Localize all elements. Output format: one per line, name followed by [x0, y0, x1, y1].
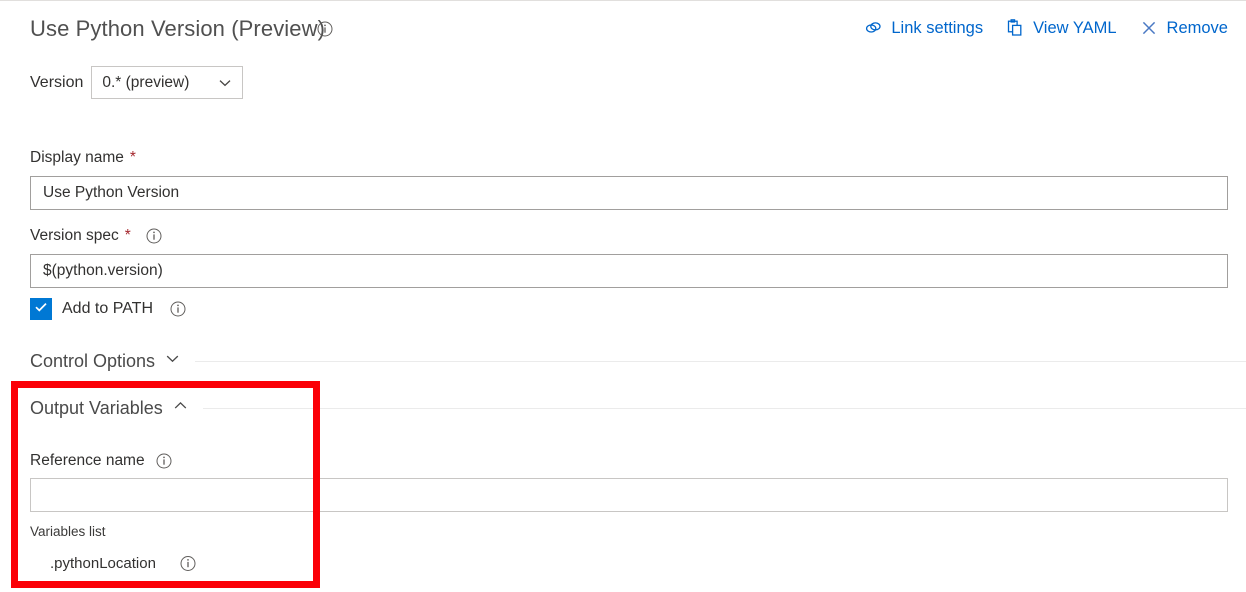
add-to-path-checkbox-row[interactable]: Add to PATH	[30, 298, 186, 320]
variable-info-icon[interactable]	[180, 556, 196, 572]
control-options-title: Control Options	[30, 351, 155, 372]
list-item: .pythonLocation	[50, 555, 196, 572]
close-x-icon	[1139, 18, 1159, 38]
remove-label: Remove	[1167, 20, 1228, 37]
control-options-header[interactable]: Control Options	[30, 350, 181, 372]
add-to-path-checkbox[interactable]	[30, 298, 52, 320]
task-header: Use Python Version (Preview) Link settin…	[0, 16, 1246, 60]
version-spec-required-marker: *	[125, 227, 131, 245]
reference-name-label: Reference name	[30, 452, 172, 470]
version-spec-input[interactable]	[30, 254, 1228, 288]
chevron-down-icon	[217, 75, 233, 91]
version-label: Version	[30, 74, 83, 92]
section-control-options[interactable]: Control Options	[30, 347, 1246, 375]
add-to-path-label: Add to PATH	[62, 300, 153, 318]
link-icon	[863, 18, 883, 38]
reference-name-label-text: Reference name	[30, 452, 145, 470]
version-row: Version 0.* (preview)	[30, 66, 243, 99]
clipboard-icon	[1005, 18, 1025, 38]
version-dropdown[interactable]: 0.* (preview)	[91, 66, 243, 99]
section-output-variables[interactable]: Output Variables	[30, 394, 1246, 422]
header-actions: Link settings View YAML Remove	[863, 18, 1228, 38]
add-to-path-info-icon[interactable]	[170, 301, 186, 317]
display-name-input[interactable]	[30, 176, 1228, 210]
display-name-label-text: Display name	[30, 149, 124, 167]
reference-name-info-icon[interactable]	[156, 453, 172, 469]
chevron-down-icon	[164, 350, 181, 372]
checkmark-icon	[33, 299, 49, 320]
top-divider	[0, 0, 1246, 1]
remove-button[interactable]: Remove	[1139, 18, 1228, 38]
variable-name: .pythonLocation	[50, 555, 156, 572]
chevron-up-icon	[172, 397, 189, 419]
variables-list-label: Variables list	[30, 524, 106, 539]
version-spec-label: Version spec *	[30, 227, 162, 245]
page-title: Use Python Version (Preview)	[30, 16, 325, 42]
title-info-icon[interactable]	[317, 21, 333, 37]
version-spec-info-icon[interactable]	[146, 228, 162, 244]
output-variables-title: Output Variables	[30, 398, 163, 419]
display-name-label: Display name *	[30, 149, 136, 167]
output-variables-divider	[203, 408, 1246, 409]
version-spec-label-text: Version spec	[30, 227, 119, 245]
reference-name-input[interactable]	[30, 478, 1228, 512]
link-settings-button[interactable]: Link settings	[863, 18, 983, 38]
display-name-required-marker: *	[130, 149, 136, 167]
version-dropdown-value: 0.* (preview)	[102, 74, 189, 92]
output-variables-header[interactable]: Output Variables	[30, 397, 189, 419]
link-settings-label: Link settings	[891, 20, 983, 37]
control-options-divider	[195, 361, 1246, 362]
view-yaml-button[interactable]: View YAML	[1005, 18, 1116, 38]
view-yaml-label: View YAML	[1033, 20, 1116, 37]
